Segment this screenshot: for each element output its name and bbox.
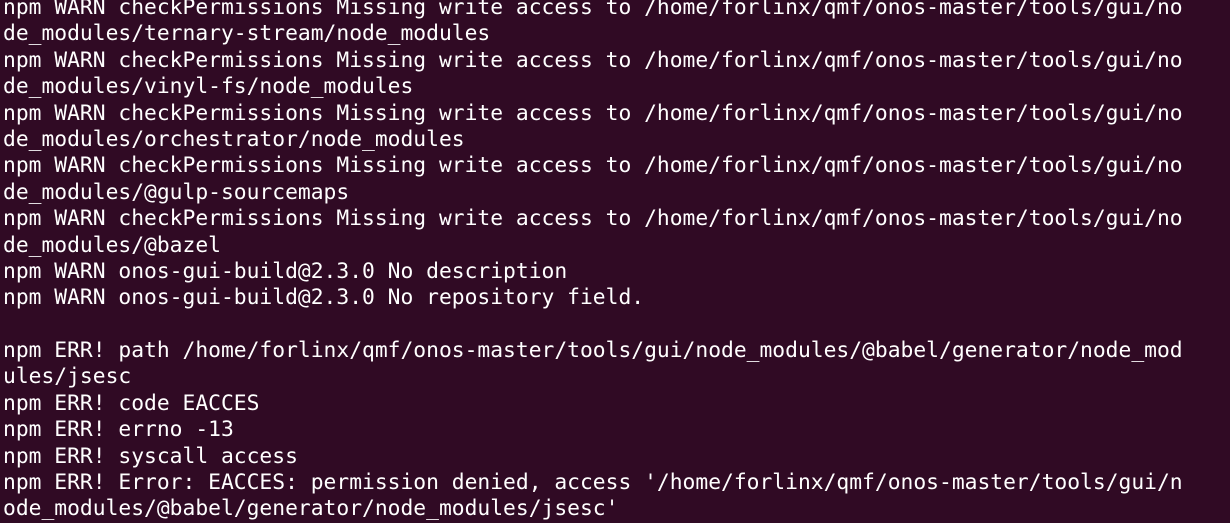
terminal-line: de_modules/ternary-stream/node_modules	[3, 21, 491, 47]
terminal-line: de_modules/orchestrator/node_modules	[3, 126, 465, 152]
terminal-line: npm WARN checkPermissions Missing write …	[3, 47, 1183, 73]
terminal-line: de_modules/@gulp-sourcemaps	[3, 179, 350, 205]
terminal-line: npm WARN checkPermissions Missing write …	[3, 153, 1183, 179]
terminal-line: npm WARN checkPermissions Missing write …	[3, 206, 1183, 232]
terminal-line: de_modules/@bazel	[3, 232, 221, 258]
terminal-line: npm ERR! path /home/forlinx/qmf/onos-mas…	[3, 338, 1183, 364]
terminal-line: npm WARN onos-gui-build@2.3.0 No descrip…	[3, 258, 568, 284]
terminal-line: npm ERR! Error: EACCES: permission denie…	[3, 470, 1183, 496]
terminal-line: npm ERR! errno -13	[3, 417, 234, 443]
terminal-line: npm WARN onos-gui-build@2.3.0 No reposit…	[3, 285, 645, 311]
terminal-line: npm WARN checkPermissions Missing write …	[3, 100, 1183, 126]
terminal-line: npm WARN checkPermissions Missing write …	[3, 0, 1183, 20]
terminal-window[interactable]: npm WARN checkPermissions Missing write …	[0, 0, 1230, 523]
terminal-line: npm ERR! syscall access	[3, 443, 298, 469]
terminal-line: ules/jsesc	[3, 364, 132, 390]
terminal-line: ode_modules/@babel/generator/node_module…	[3, 496, 619, 522]
terminal-line: de_modules/vinyl-fs/node_modules	[3, 74, 414, 100]
terminal-line: npm ERR! code EACCES	[3, 390, 260, 416]
